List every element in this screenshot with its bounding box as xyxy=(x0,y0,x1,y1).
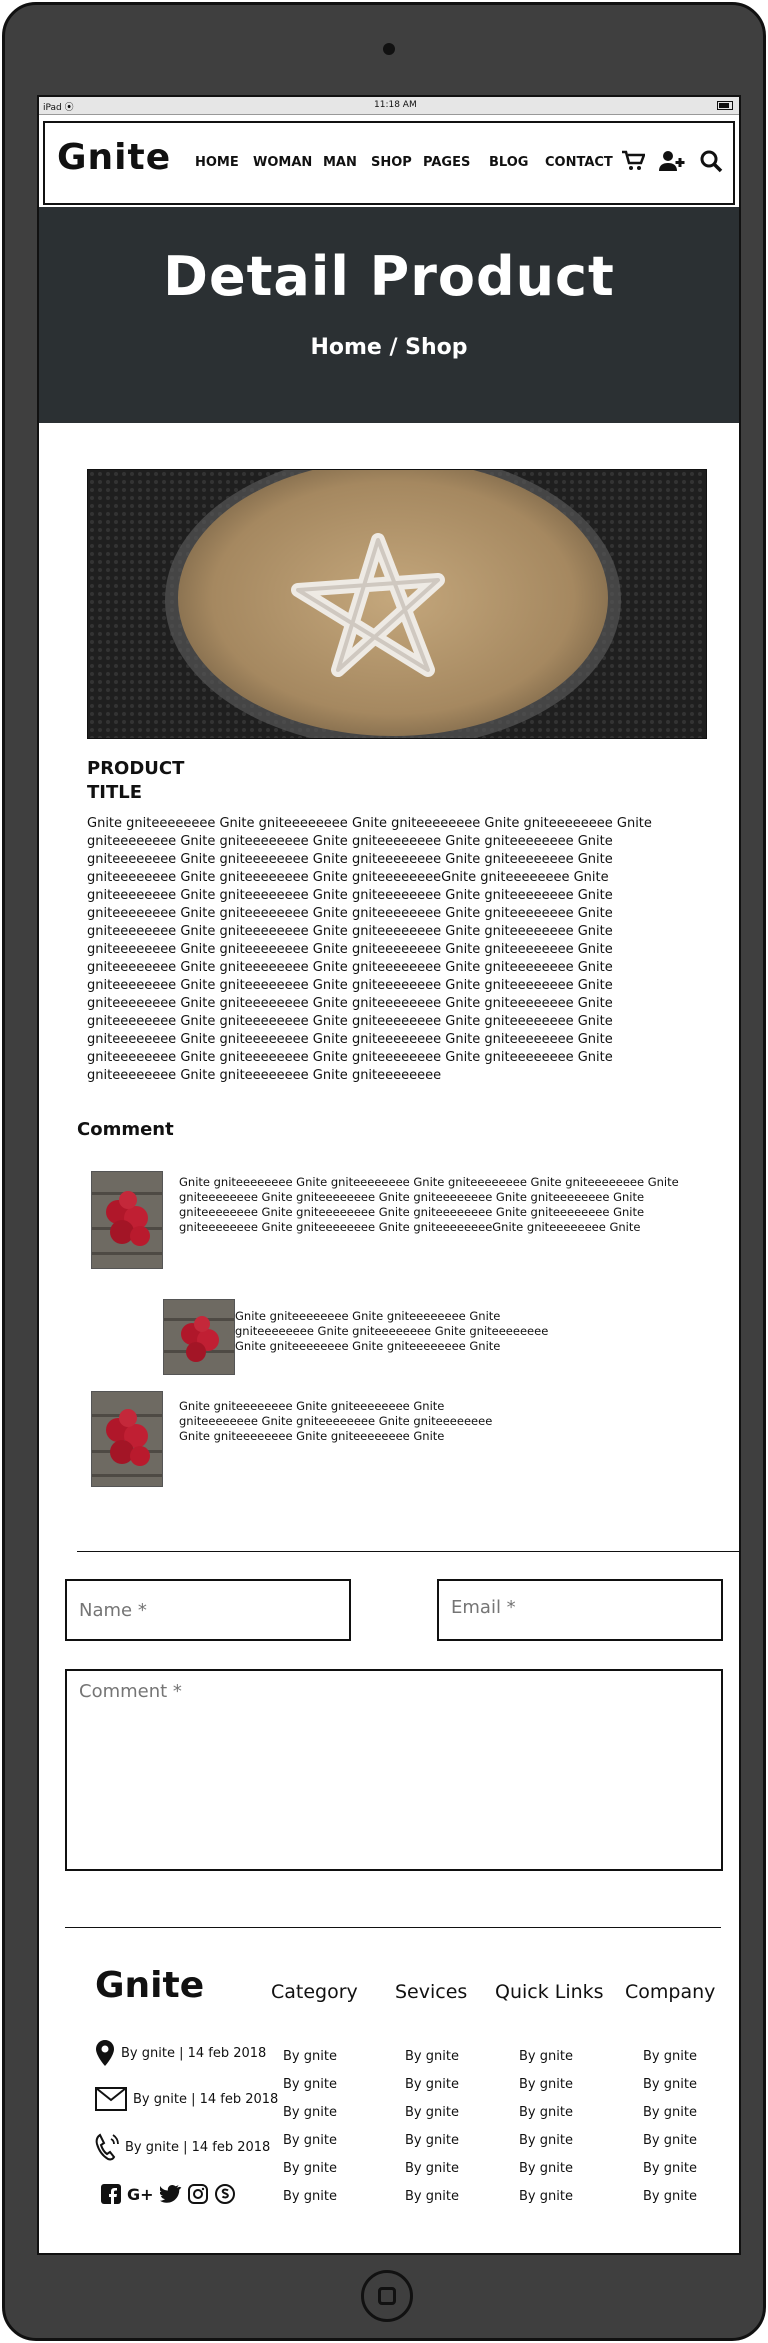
nav-woman[interactable]: WOMAN xyxy=(253,155,323,170)
location-icon xyxy=(96,2040,114,2066)
roses-photo xyxy=(164,1300,234,1374)
search-icon[interactable] xyxy=(699,149,723,173)
contact-phone: By gnite | 14 feb 2018 xyxy=(95,2133,270,2161)
footer-link[interactable]: By gnite xyxy=(283,2099,337,2127)
roses-photo xyxy=(92,1172,162,1268)
footer-link[interactable]: By gnite xyxy=(643,2155,697,2183)
skype-icon[interactable] xyxy=(214,2183,236,2205)
cart-icon[interactable] xyxy=(621,150,645,172)
avatar xyxy=(163,1299,235,1375)
footer-logo[interactable]: Gnite xyxy=(95,1965,204,2006)
comment-heading: Comment xyxy=(77,1119,174,1140)
footer-link[interactable]: By gnite xyxy=(519,2127,573,2155)
nav-links: HOME WOMAN MAN SHOP PAGES BLOG CONTACT xyxy=(195,155,613,170)
footer-link[interactable]: By gnite xyxy=(519,2099,573,2127)
social-links: G+ xyxy=(101,2183,236,2205)
footer-link[interactable]: By gnite xyxy=(283,2043,337,2071)
status-time: 11:18 AM xyxy=(374,100,417,110)
twitter-icon[interactable] xyxy=(159,2185,182,2203)
footer-heading-quick-links: Quick Links xyxy=(495,1981,604,2003)
roses-photo xyxy=(92,1392,162,1486)
contact-text: By gnite | 14 feb 2018 xyxy=(133,2091,279,2107)
nav-man[interactable]: MAN xyxy=(323,155,371,170)
contact-email: By gnite | 14 feb 2018 xyxy=(95,2087,278,2111)
footer-link[interactable]: By gnite xyxy=(643,2071,697,2099)
footer-link[interactable]: By gnite xyxy=(519,2155,573,2183)
product-title: PRODUCT TITLE xyxy=(87,758,185,803)
facebook-icon[interactable] xyxy=(101,2184,121,2204)
device-label: iPad xyxy=(43,103,62,113)
divider xyxy=(77,1551,739,1552)
footer-link[interactable]: By gnite xyxy=(283,2155,337,2183)
navbar: Gnite HOME WOMAN MAN SHOP PAGES BLOG CON… xyxy=(43,121,735,205)
camera xyxy=(383,43,395,55)
product-description: Gnite gniteeeeeeee Gnite gniteeeeeeee Gn… xyxy=(87,816,652,1083)
hero-banner: Detail Product Home / Shop xyxy=(39,207,739,423)
dessert-photo xyxy=(88,470,706,738)
comment-text: Gnite gniteeeeeeee Gnite gniteeeeeeee Gn… xyxy=(179,1399,493,1443)
nav-home[interactable]: HOME xyxy=(195,155,253,170)
avatar xyxy=(91,1391,163,1487)
footer-heading-services: Sevices xyxy=(395,1981,468,2003)
footer-link[interactable]: By gnite xyxy=(283,2071,337,2099)
footer-column-services: By gnite By gnite By gnite By gnite By g… xyxy=(405,2043,459,2211)
google-plus-icon[interactable]: G+ xyxy=(127,2185,154,2204)
footer-link[interactable]: By gnite xyxy=(405,2127,459,2155)
footer-column-category: By gnite By gnite By gnite By gnite By g… xyxy=(283,2043,337,2211)
footer-link[interactable]: By gnite xyxy=(405,2099,459,2127)
footer-link[interactable]: By gnite xyxy=(283,2127,337,2155)
nav-shop[interactable]: SHOP xyxy=(371,155,423,170)
comment-text: Gnite gniteeeeeeee Gnite gniteeeeeeee Gn… xyxy=(179,1175,679,1234)
screen: iPad ⦿ 11:18 AM Gnite HOME WOMAN MAN SHO… xyxy=(37,95,741,2255)
footer-link[interactable]: By gnite xyxy=(643,2099,697,2127)
footer-link[interactable]: By gnite xyxy=(643,2183,697,2211)
breadcrumb[interactable]: Home / Shop xyxy=(39,335,739,360)
home-button-square xyxy=(378,2287,396,2305)
phone-icon xyxy=(95,2133,119,2161)
footer-link[interactable]: By gnite xyxy=(643,2127,697,2155)
footer-link[interactable]: By gnite xyxy=(405,2155,459,2183)
nav-blog[interactable]: BLOG xyxy=(489,155,545,170)
contact-text: By gnite | 14 feb 2018 xyxy=(125,2139,271,2155)
home-button[interactable] xyxy=(361,2270,413,2322)
name-field[interactable] xyxy=(65,1579,351,1641)
footer-column-quick-links: By gnite By gnite By gnite By gnite By g… xyxy=(519,2043,573,2211)
battery-icon xyxy=(717,101,733,110)
instagram-icon[interactable] xyxy=(187,2184,208,2204)
footer-link[interactable]: By gnite xyxy=(519,2183,573,2211)
page-title: Detail Product xyxy=(163,245,615,308)
nav-icons xyxy=(621,149,723,173)
nav-pages[interactable]: PAGES xyxy=(423,155,489,170)
comment-text: Gnite gniteeeeeeee Gnite gniteeeeeeee Gn… xyxy=(235,1309,549,1353)
footer-link[interactable]: By gnite xyxy=(283,2183,337,2211)
footer-link[interactable]: By gnite xyxy=(405,2071,459,2099)
nav-contact[interactable]: CONTACT xyxy=(545,155,613,170)
avatar xyxy=(91,1171,163,1269)
footer-heading-category: Category xyxy=(271,1981,358,2003)
tablet-frame: iPad ⦿ 11:18 AM Gnite HOME WOMAN MAN SHO… xyxy=(2,2,766,2341)
footer-link[interactable]: By gnite xyxy=(643,2043,697,2071)
footer-heading-company: Company xyxy=(625,1981,716,2003)
add-user-icon[interactable] xyxy=(659,150,685,172)
footer-link[interactable]: By gnite xyxy=(405,2043,459,2071)
wifi-icon: ⦿ xyxy=(64,103,74,113)
status-bar: iPad ⦿ 11:18 AM xyxy=(39,97,739,115)
contact-address: By gnite | 14 feb 2018 xyxy=(95,2039,266,2067)
footer-link[interactable]: By gnite xyxy=(405,2183,459,2211)
logo[interactable]: Gnite xyxy=(57,137,171,178)
footer-link[interactable]: By gnite xyxy=(519,2043,573,2071)
status-device: iPad ⦿ xyxy=(43,100,74,113)
mail-icon xyxy=(95,2087,127,2111)
contact-text: By gnite | 14 feb 2018 xyxy=(121,2045,267,2061)
footer-column-company: By gnite By gnite By gnite By gnite By g… xyxy=(643,2043,697,2211)
email-field[interactable] xyxy=(437,1579,723,1641)
comment-field[interactable] xyxy=(65,1669,723,1871)
footer-link[interactable]: By gnite xyxy=(519,2071,573,2099)
product-image xyxy=(87,469,707,739)
footer-divider xyxy=(65,1927,721,1928)
